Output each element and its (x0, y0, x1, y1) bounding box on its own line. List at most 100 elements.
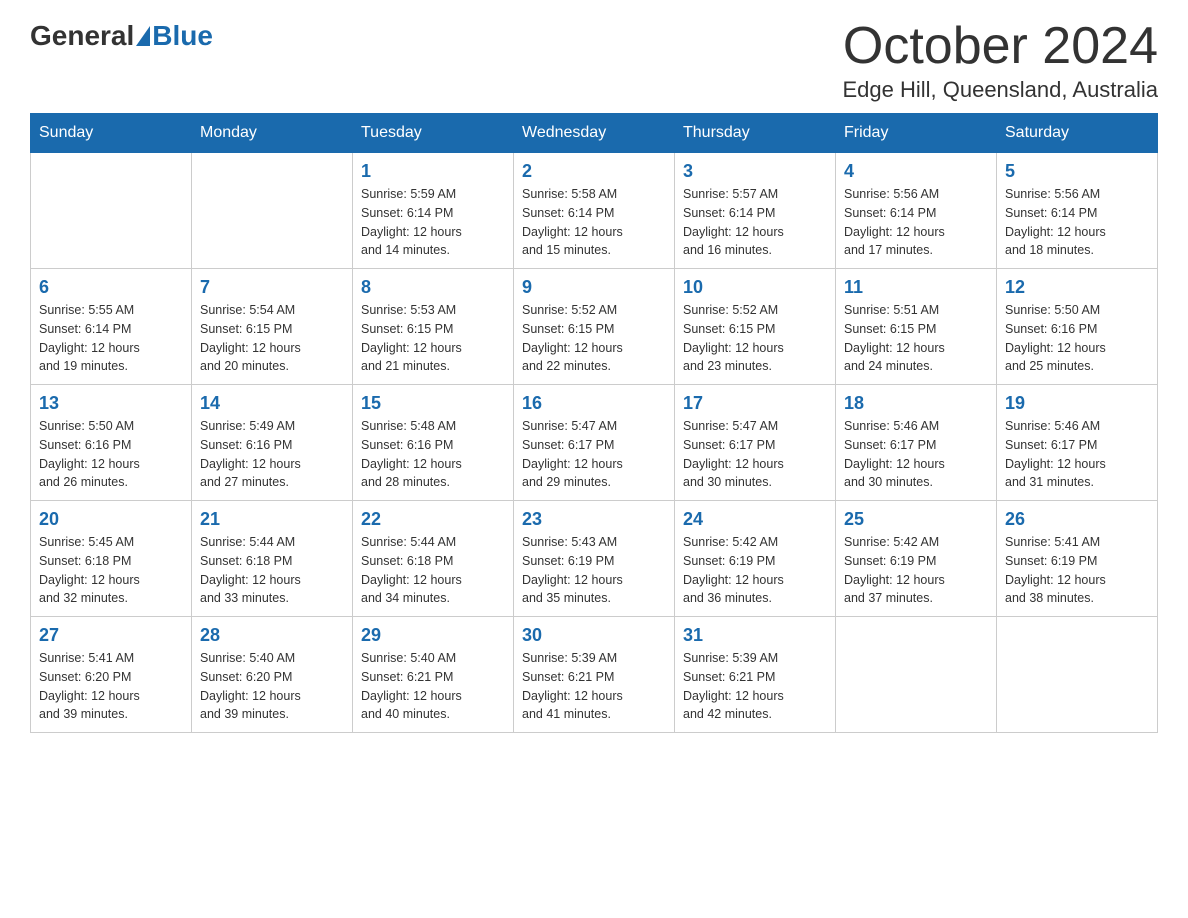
day-number: 2 (522, 161, 666, 182)
day-info: Sunrise: 5:56 AMSunset: 6:14 PMDaylight:… (1005, 185, 1149, 260)
day-info: Sunrise: 5:50 AMSunset: 6:16 PMDaylight:… (39, 417, 183, 492)
calendar-cell: 26 Sunrise: 5:41 AMSunset: 6:19 PMDayligh… (997, 501, 1158, 617)
day-info: Sunrise: 5:48 AMSunset: 6:16 PMDaylight:… (361, 417, 505, 492)
day-info: Sunrise: 5:40 AMSunset: 6:20 PMDaylight:… (200, 649, 344, 724)
day-info: Sunrise: 5:59 AMSunset: 6:14 PMDaylight:… (361, 185, 505, 260)
day-info: Sunrise: 5:58 AMSunset: 6:14 PMDaylight:… (522, 185, 666, 260)
calendar-cell: 8 Sunrise: 5:53 AMSunset: 6:15 PMDaylight… (353, 269, 514, 385)
calendar-week-row: 27Sunrise: 5:41 AMSunset: 6:20 PMDayligh… (31, 617, 1158, 733)
calendar-cell: 2 Sunrise: 5:58 AMSunset: 6:14 PMDaylight… (514, 153, 675, 269)
calendar-cell: 15 Sunrise: 5:48 AMSunset: 6:16 PMDayligh… (353, 385, 514, 501)
calendar-cell: 21 Sunrise: 5:44 AMSunset: 6:18 PMDayligh… (192, 501, 353, 617)
day-info: Sunrise: 5:44 AMSunset: 6:18 PMDaylight:… (200, 533, 344, 608)
day-info: Sunrise: 5:50 AMSunset: 6:16 PMDaylight:… (1005, 301, 1149, 376)
day-number: 14 (200, 393, 344, 414)
day-number: 17 (683, 393, 827, 414)
calendar-cell: 20 Sunrise: 5:45 AMSunset: 6:18 PMDayligh… (31, 501, 192, 617)
calendar-week-row: 6Sunrise: 5:55 AMSunset: 6:14 PMDaylight… (31, 269, 1158, 385)
day-number: 15 (361, 393, 505, 414)
day-number: 8 (361, 277, 505, 298)
day-number: 25 (844, 509, 988, 530)
calendar-cell: 29 Sunrise: 5:40 AMSunset: 6:21 PMDayligh… (353, 617, 514, 733)
day-info: Sunrise: 5:53 AMSunset: 6:15 PMDaylight:… (361, 301, 505, 376)
calendar-header-wednesday: Wednesday (514, 114, 675, 153)
calendar-table: SundayMondayTuesdayWednesdayThursdayFrid… (30, 113, 1158, 733)
calendar-cell: 22 Sunrise: 5:44 AMSunset: 6:18 PMDayligh… (353, 501, 514, 617)
calendar-cell (997, 617, 1158, 733)
calendar-cell: 14 Sunrise: 5:49 AMSunset: 6:16 PMDayligh… (192, 385, 353, 501)
day-info: Sunrise: 5:42 AMSunset: 6:19 PMDaylight:… (844, 533, 988, 608)
calendar-cell: 10 Sunrise: 5:52 AMSunset: 6:15 PMDayligh… (675, 269, 836, 385)
calendar-cell (836, 617, 997, 733)
day-number: 6 (39, 277, 183, 298)
calendar-week-row: 20 Sunrise: 5:45 AMSunset: 6:18 PMDayligh… (31, 501, 1158, 617)
calendar-cell: 17Sunrise: 5:47 AMSunset: 6:17 PMDayligh… (675, 385, 836, 501)
day-info: Sunrise: 5:41 AMSunset: 6:20 PMDaylight:… (39, 649, 183, 724)
day-info: Sunrise: 5:44 AMSunset: 6:18 PMDaylight:… (361, 533, 505, 608)
logo-triangle-icon (136, 26, 150, 46)
day-number: 7 (200, 277, 344, 298)
logo: General Blue (30, 20, 213, 52)
calendar-cell: 6Sunrise: 5:55 AMSunset: 6:14 PMDaylight… (31, 269, 192, 385)
day-info: Sunrise: 5:54 AMSunset: 6:15 PMDaylight:… (200, 301, 344, 376)
day-info: Sunrise: 5:46 AMSunset: 6:17 PMDaylight:… (844, 417, 988, 492)
calendar-cell: 28Sunrise: 5:40 AMSunset: 6:20 PMDayligh… (192, 617, 353, 733)
day-number: 11 (844, 277, 988, 298)
day-info: Sunrise: 5:43 AMSunset: 6:19 PMDaylight:… (522, 533, 666, 608)
day-info: Sunrise: 5:47 AMSunset: 6:17 PMDaylight:… (522, 417, 666, 492)
calendar-cell: 13Sunrise: 5:50 AMSunset: 6:16 PMDayligh… (31, 385, 192, 501)
calendar-cell: 5 Sunrise: 5:56 AMSunset: 6:14 PMDaylight… (997, 153, 1158, 269)
day-info: Sunrise: 5:40 AMSunset: 6:21 PMDaylight:… (361, 649, 505, 724)
calendar-cell: 18Sunrise: 5:46 AMSunset: 6:17 PMDayligh… (836, 385, 997, 501)
calendar-cell: 19Sunrise: 5:46 AMSunset: 6:17 PMDayligh… (997, 385, 1158, 501)
title-area: October 2024 Edge Hill, Queensland, Aust… (842, 20, 1158, 103)
calendar-header-row: SundayMondayTuesdayWednesdayThursdayFrid… (31, 114, 1158, 153)
day-number: 22 (361, 509, 505, 530)
logo-blue-part: Blue (134, 20, 213, 52)
day-info: Sunrise: 5:41 AMSunset: 6:19 PMDaylight:… (1005, 533, 1149, 608)
calendar-cell: 16Sunrise: 5:47 AMSunset: 6:17 PMDayligh… (514, 385, 675, 501)
day-number: 4 (844, 161, 988, 182)
calendar-header-tuesday: Tuesday (353, 114, 514, 153)
day-number: 24 (683, 509, 827, 530)
calendar-cell: 24 Sunrise: 5:42 AMSunset: 6:19 PMDayligh… (675, 501, 836, 617)
day-number: 21 (200, 509, 344, 530)
calendar-cell: 31 Sunrise: 5:39 AMSunset: 6:21 PMDayligh… (675, 617, 836, 733)
day-number: 9 (522, 277, 666, 298)
day-number: 29 (361, 625, 505, 646)
calendar-cell: 27Sunrise: 5:41 AMSunset: 6:20 PMDayligh… (31, 617, 192, 733)
calendar-header-monday: Monday (192, 114, 353, 153)
day-number: 1 (361, 161, 505, 182)
day-info: Sunrise: 5:52 AMSunset: 6:15 PMDaylight:… (683, 301, 827, 376)
location-title: Edge Hill, Queensland, Australia (842, 77, 1158, 103)
day-info: Sunrise: 5:42 AMSunset: 6:19 PMDaylight:… (683, 533, 827, 608)
day-info: Sunrise: 5:52 AMSunset: 6:15 PMDaylight:… (522, 301, 666, 376)
logo-general-text: General (30, 20, 134, 52)
calendar-cell: 25 Sunrise: 5:42 AMSunset: 6:19 PMDayligh… (836, 501, 997, 617)
day-number: 10 (683, 277, 827, 298)
day-number: 12 (1005, 277, 1149, 298)
day-number: 26 (1005, 509, 1149, 530)
calendar-cell: 1 Sunrise: 5:59 AMSunset: 6:14 PMDaylight… (353, 153, 514, 269)
day-info: Sunrise: 5:45 AMSunset: 6:18 PMDaylight:… (39, 533, 183, 608)
day-info: Sunrise: 5:51 AMSunset: 6:15 PMDaylight:… (844, 301, 988, 376)
day-number: 20 (39, 509, 183, 530)
calendar-cell (192, 153, 353, 269)
day-number: 30 (522, 625, 666, 646)
day-info: Sunrise: 5:57 AMSunset: 6:14 PMDaylight:… (683, 185, 827, 260)
day-number: 3 (683, 161, 827, 182)
day-number: 31 (683, 625, 827, 646)
day-info: Sunrise: 5:49 AMSunset: 6:16 PMDaylight:… (200, 417, 344, 492)
day-info: Sunrise: 5:46 AMSunset: 6:17 PMDaylight:… (1005, 417, 1149, 492)
calendar-header-sunday: Sunday (31, 114, 192, 153)
month-title: October 2024 (842, 20, 1158, 72)
calendar-cell: 4Sunrise: 5:56 AMSunset: 6:14 PMDaylight… (836, 153, 997, 269)
calendar-week-row: 1 Sunrise: 5:59 AMSunset: 6:14 PMDaylight… (31, 153, 1158, 269)
calendar-header-friday: Friday (836, 114, 997, 153)
calendar-cell: 11 Sunrise: 5:51 AMSunset: 6:15 PMDayligh… (836, 269, 997, 385)
day-info: Sunrise: 5:39 AMSunset: 6:21 PMDaylight:… (683, 649, 827, 724)
calendar-cell: 30 Sunrise: 5:39 AMSunset: 6:21 PMDayligh… (514, 617, 675, 733)
calendar-cell (31, 153, 192, 269)
day-number: 5 (1005, 161, 1149, 182)
day-info: Sunrise: 5:39 AMSunset: 6:21 PMDaylight:… (522, 649, 666, 724)
